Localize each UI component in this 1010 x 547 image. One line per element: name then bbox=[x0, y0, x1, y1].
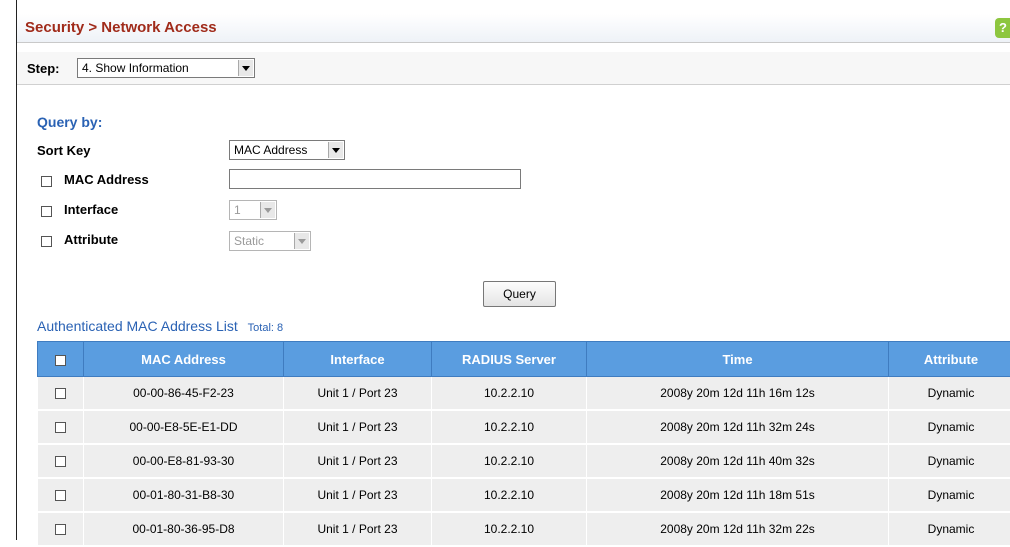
chevron-down-icon bbox=[328, 142, 343, 158]
chevron-down-icon bbox=[260, 202, 275, 218]
sort-key-label: Sort Key bbox=[37, 143, 90, 158]
attribute-checkbox[interactable] bbox=[41, 236, 52, 247]
column-header-time[interactable]: Time bbox=[587, 342, 889, 377]
mac-address-input[interactable] bbox=[229, 169, 521, 189]
interface-select[interactable]: 1 bbox=[229, 200, 277, 220]
column-header-attribute[interactable]: Attribute bbox=[889, 342, 1010, 377]
attribute-cell: Dynamic bbox=[889, 410, 1010, 444]
time-cell: 2008y 20m 12d 11h 18m 51s bbox=[587, 478, 889, 512]
table-row: 00-00-E8-81-93-30 Unit 1 / Port 23 10.2.… bbox=[38, 444, 1010, 478]
attribute-cell: Dynamic bbox=[889, 377, 1010, 411]
select-all-checkbox[interactable] bbox=[55, 355, 66, 366]
row-select-cell bbox=[38, 444, 84, 478]
mac-address-table: MAC Address Interface RADIUS Server Time… bbox=[37, 341, 1010, 547]
page-frame: Security > Network Access ? Step: 4. Sho… bbox=[16, 0, 1010, 540]
mac-address-label: MAC Address bbox=[64, 172, 149, 187]
column-header-radius[interactable]: RADIUS Server bbox=[432, 342, 587, 377]
mac-address-checkbox[interactable] bbox=[41, 176, 52, 187]
row-checkbox[interactable] bbox=[55, 456, 66, 467]
table-row: 00-00-E8-5E-E1-DD Unit 1 / Port 23 10.2.… bbox=[38, 410, 1010, 444]
row-select-cell bbox=[38, 410, 84, 444]
query-section-title: Query by: bbox=[37, 114, 102, 130]
interface-cell: Unit 1 / Port 23 bbox=[284, 512, 432, 546]
mac-cell: 00-01-80-31-B8-30 bbox=[84, 478, 284, 512]
interface-label: Interface bbox=[64, 202, 118, 217]
list-total: Total: 8 bbox=[248, 322, 283, 334]
sort-key-select-value: MAC Address bbox=[234, 143, 307, 157]
sort-key-select[interactable]: MAC Address bbox=[229, 140, 345, 160]
mac-cell: 00-00-E8-81-93-30 bbox=[84, 444, 284, 478]
radius-cell: 10.2.2.10 bbox=[432, 377, 587, 411]
step-label: Step: bbox=[27, 61, 60, 76]
table-header-row: MAC Address Interface RADIUS Server Time… bbox=[38, 342, 1010, 377]
row-checkbox[interactable] bbox=[55, 524, 66, 535]
column-header-interface[interactable]: Interface bbox=[284, 342, 432, 377]
column-header-mac[interactable]: MAC Address bbox=[84, 342, 284, 377]
list-title: Authenticated MAC Address List Total: 8 bbox=[37, 318, 283, 334]
row-select-cell bbox=[38, 512, 84, 546]
time-cell: 2008y 20m 12d 11h 16m 12s bbox=[587, 377, 889, 411]
interface-cell: Unit 1 / Port 23 bbox=[284, 377, 432, 411]
help-icon[interactable]: ? bbox=[995, 18, 1010, 38]
table-row: 00-00-86-45-F2-23 Unit 1 / Port 23 10.2.… bbox=[38, 377, 1010, 411]
page-header: Security > Network Access ? bbox=[17, 14, 1010, 43]
step-row: Step: 4. Show Information bbox=[17, 52, 1010, 85]
step-select-value: 4. Show Information bbox=[82, 61, 189, 75]
row-checkbox[interactable] bbox=[55, 490, 66, 501]
select-all-header bbox=[38, 342, 84, 377]
radius-cell: 10.2.2.10 bbox=[432, 410, 587, 444]
time-cell: 2008y 20m 12d 11h 32m 24s bbox=[587, 410, 889, 444]
radius-cell: 10.2.2.10 bbox=[432, 444, 587, 478]
time-cell: 2008y 20m 12d 11h 40m 32s bbox=[587, 444, 889, 478]
interface-cell: Unit 1 / Port 23 bbox=[284, 410, 432, 444]
interface-cell: Unit 1 / Port 23 bbox=[284, 444, 432, 478]
chevron-down-icon bbox=[238, 60, 253, 76]
row-checkbox[interactable] bbox=[55, 422, 66, 433]
list-title-text: Authenticated MAC Address List bbox=[37, 318, 238, 334]
attribute-cell: Dynamic bbox=[889, 444, 1010, 478]
mac-cell: 00-00-86-45-F2-23 bbox=[84, 377, 284, 411]
row-checkbox[interactable] bbox=[55, 388, 66, 399]
interface-select-value: 1 bbox=[234, 203, 241, 217]
row-select-cell bbox=[38, 377, 84, 411]
interface-cell: Unit 1 / Port 23 bbox=[284, 478, 432, 512]
attribute-cell: Dynamic bbox=[889, 512, 1010, 546]
chevron-down-icon bbox=[294, 233, 309, 249]
table-row: 00-01-80-31-B8-30 Unit 1 / Port 23 10.2.… bbox=[38, 478, 1010, 512]
attribute-label: Attribute bbox=[64, 232, 118, 247]
table-row: 00-01-80-36-95-D8 Unit 1 / Port 23 10.2.… bbox=[38, 512, 1010, 546]
step-select[interactable]: 4. Show Information bbox=[77, 58, 255, 78]
radius-cell: 10.2.2.10 bbox=[432, 512, 587, 546]
attribute-select-value: Static bbox=[234, 234, 264, 248]
row-select-cell bbox=[38, 478, 84, 512]
time-cell: 2008y 20m 12d 11h 32m 22s bbox=[587, 512, 889, 546]
attribute-cell: Dynamic bbox=[889, 478, 1010, 512]
breadcrumb: Security > Network Access bbox=[25, 19, 217, 36]
radius-cell: 10.2.2.10 bbox=[432, 478, 587, 512]
mac-cell: 00-01-80-36-95-D8 bbox=[84, 512, 284, 546]
interface-checkbox[interactable] bbox=[41, 206, 52, 217]
mac-cell: 00-00-E8-5E-E1-DD bbox=[84, 410, 284, 444]
attribute-select[interactable]: Static bbox=[229, 231, 311, 251]
query-button[interactable]: Query bbox=[483, 281, 556, 307]
